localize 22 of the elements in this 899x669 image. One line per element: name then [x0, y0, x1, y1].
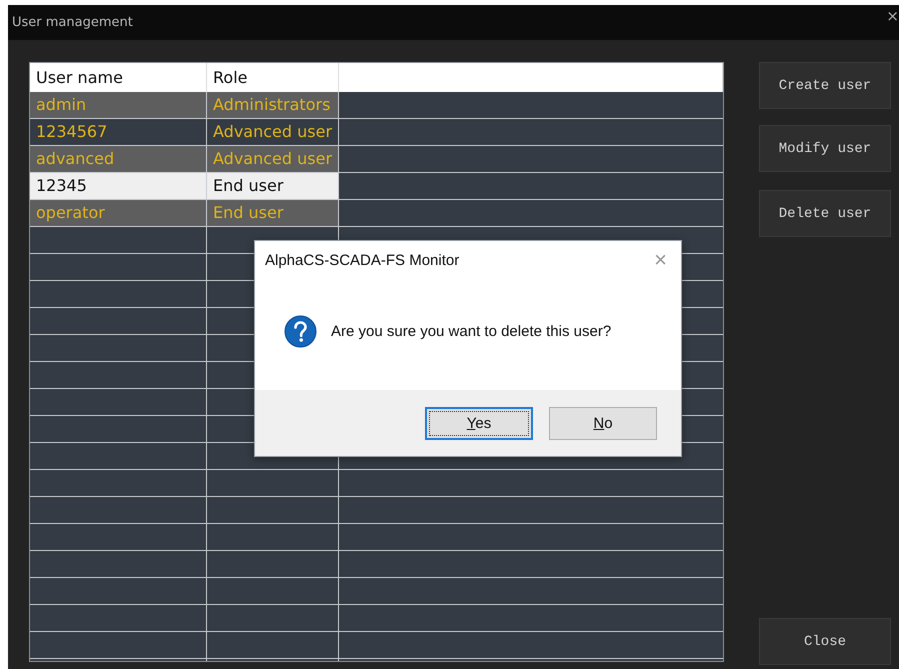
yes-button[interactable]: Yes: [425, 406, 533, 440]
close-icon[interactable]: ×: [886, 7, 899, 25]
close-button[interactable]: Close: [759, 618, 891, 665]
question-icon: [284, 315, 317, 348]
dialog-message: Are you sure you want to delete this user?: [331, 323, 612, 340]
table-cell: 12345: [30, 173, 207, 199]
table-cell: 1234567: [30, 119, 207, 145]
no-button[interactable]: No: [549, 406, 657, 440]
delete-user-button[interactable]: Delete user: [759, 190, 891, 237]
table-row[interactable]: 12345 End user: [30, 173, 723, 200]
table-cell: End user: [207, 173, 339, 199]
table-cell: operator: [30, 200, 207, 226]
window-title: User management: [12, 15, 133, 30]
create-user-button[interactable]: Create user: [759, 62, 891, 109]
modify-user-button[interactable]: Modify user: [759, 125, 891, 172]
table-cell: Advanced user: [207, 146, 339, 172]
table-cell: End user: [207, 200, 339, 226]
dialog-title: AlphaCS-SCADA-FS Monitor: [265, 252, 460, 268]
table-cell: Administrators: [207, 92, 339, 118]
table-cell: Advanced user: [207, 119, 339, 145]
table-cell: advanced: [30, 146, 207, 172]
table-cell: admin: [30, 92, 207, 118]
